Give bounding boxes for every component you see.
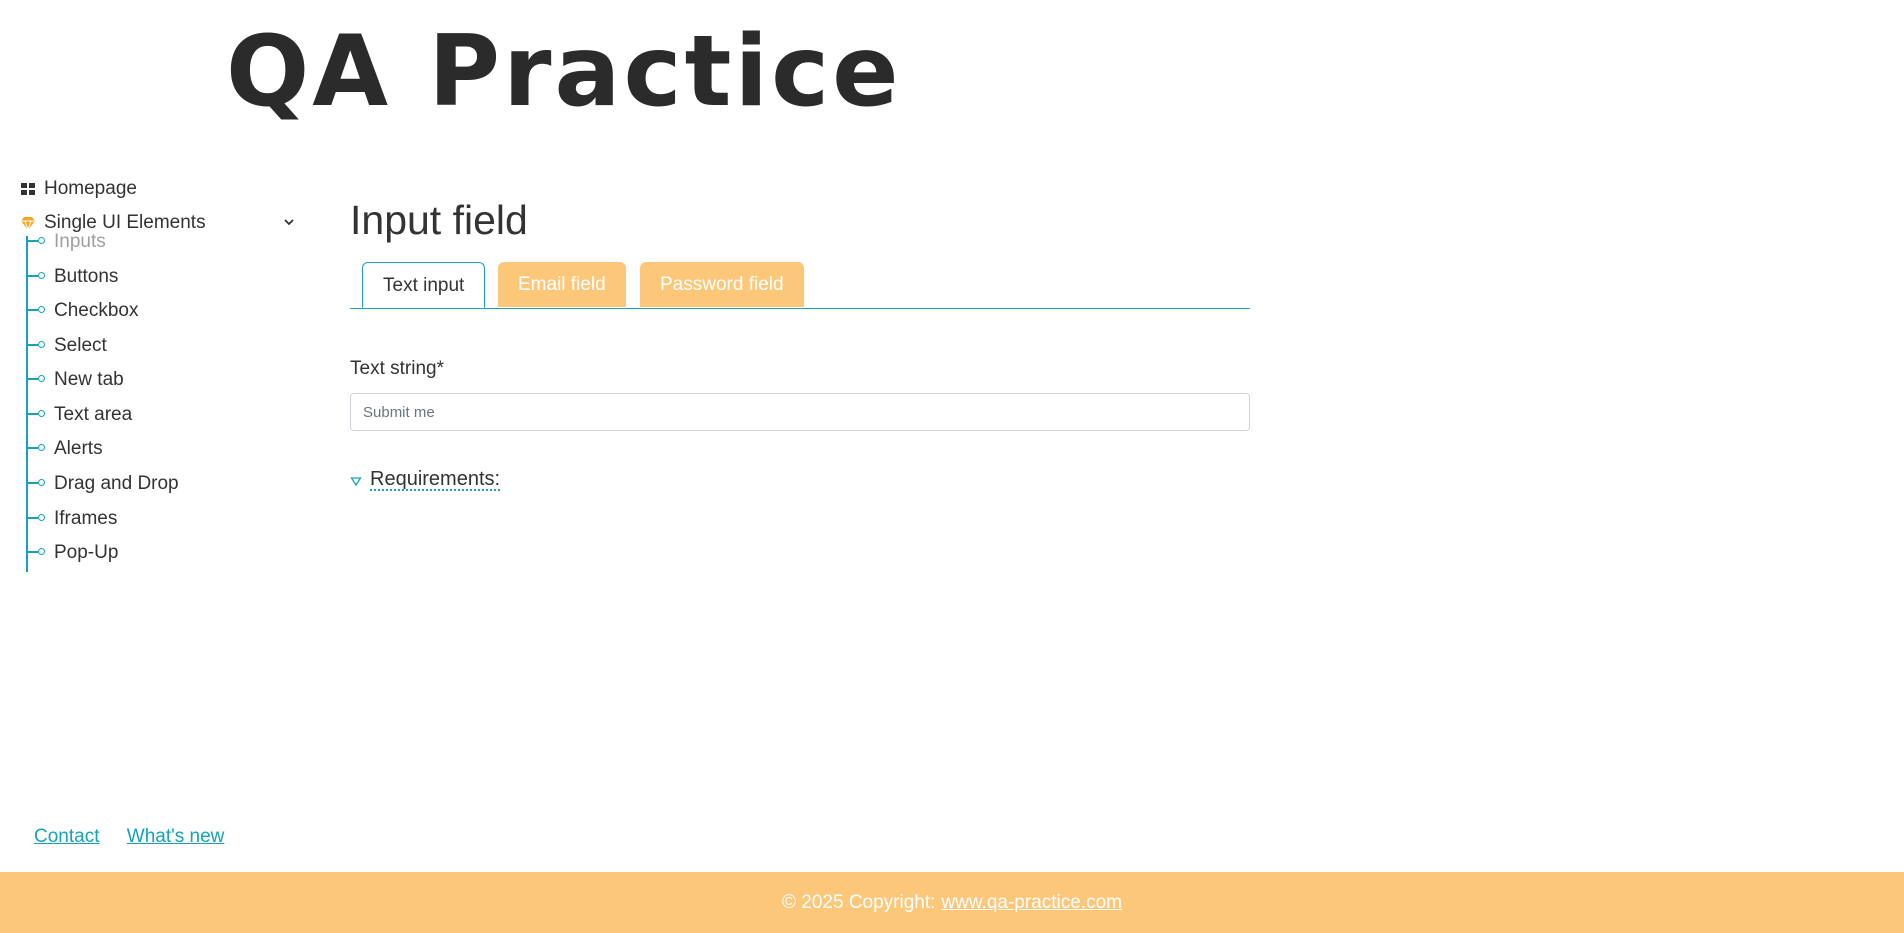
sidebar-section-single-ui-elements[interactable]: Single UI Elements [20,212,206,234]
sidebar-item-homepage[interactable]: Homepage [20,178,137,200]
tree-node-icon [38,514,45,521]
tree-node-icon [38,479,45,486]
sidebar-item-label: Inputs [54,231,106,252]
copyright-text: © 2025 Copyright: [782,891,936,913]
tree-node-icon [38,272,45,279]
sidebar-item-alerts[interactable]: Alerts [26,438,286,473]
sidebar-item-drag-and-drop[interactable]: Drag and Drop [26,473,286,508]
tree-node-icon [38,548,45,555]
requirements-toggle[interactable]: Requirements: [350,468,500,491]
tree-node-icon [38,341,45,348]
whats-new-link[interactable]: What's new [127,826,225,847]
tab-text-input[interactable]: Text input [362,262,486,308]
grid-icon [20,181,36,197]
text-string-label: Text string* [350,358,444,379]
footer-links: Contact What's new [34,826,246,848]
site-link[interactable]: www.qa-practice.com [941,892,1122,914]
tab-bar: Text input Email field Password field [350,262,1250,309]
sidebar-item-label: Buttons [54,266,119,287]
tree-node-icon [38,410,45,417]
sidebar-item-inputs[interactable]: Inputs [26,231,286,266]
sidebar-item-new-tab[interactable]: New tab [26,369,286,404]
sidebar-item-label: Iframes [54,508,118,529]
sidebar-item-select[interactable]: Select [26,335,286,370]
sidebar-item-label: Homepage [44,178,137,199]
sidebar-item-checkbox[interactable]: Checkbox [26,300,286,335]
sidebar-item-label: New tab [54,369,124,390]
tab-password-field[interactable]: Password field [640,262,804,307]
sidebar-item-buttons[interactable]: Buttons [26,266,286,301]
page-title: Input field [350,197,528,243]
requirements-label: Requirements: [370,468,501,490]
sidebar-item-label: Pop-Up [54,542,119,563]
contact-link[interactable]: Contact [34,826,99,847]
sidebar-item-label: Alerts [54,438,103,459]
site-logo[interactable]: QA Practice [226,12,902,132]
sidebar-item-pop-up[interactable]: Pop-Up [26,542,286,577]
sidebar-item-label: Text area [54,404,133,425]
triangle-down-icon [350,474,362,486]
tree-node-icon [38,444,45,451]
chevron-down-icon[interactable] [282,215,296,229]
tree-node-icon [38,306,45,313]
tree-node-icon [38,237,45,244]
tree-node-icon [38,375,45,382]
gem-icon [20,215,36,232]
tab-email-field[interactable]: Email field [498,262,626,307]
sidebar-item-label: Checkbox [54,300,139,321]
sidebar-item-label: Drag and Drop [54,473,179,494]
sidebar-item-text-area[interactable]: Text area [26,404,286,439]
sidebar-item-label: Select [54,335,107,356]
text-string-input[interactable] [350,393,1250,431]
footer: © 2025 Copyright: www.qa-practice.com [0,872,1904,933]
sidebar-item-iframes[interactable]: Iframes [26,508,286,543]
